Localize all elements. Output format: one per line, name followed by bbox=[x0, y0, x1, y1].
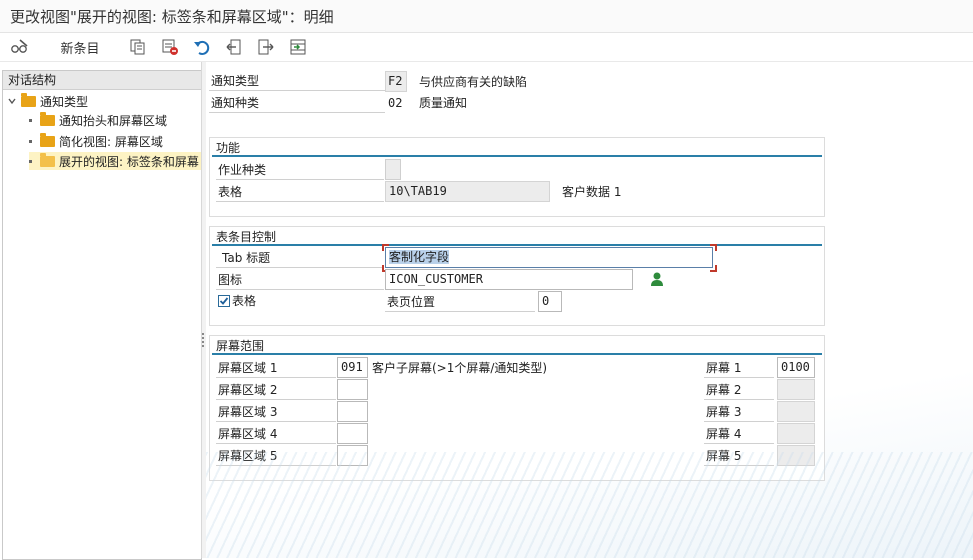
screen-input-4 bbox=[777, 423, 815, 444]
delete-row-icon bbox=[162, 39, 178, 55]
tree-node-label: 简化视图: 屏幕区域 bbox=[59, 134, 163, 149]
icon-label: 图标 bbox=[216, 271, 384, 290]
tab-title-input[interactable]: 客制化字段 bbox=[385, 247, 713, 268]
tree-node-root[interactable]: 通知类型 bbox=[7, 92, 88, 110]
splitter-grip-icon[interactable] bbox=[202, 333, 204, 347]
screen-area-desc-1: 客户子屏幕(>1个屏幕/通知类型) bbox=[372, 361, 548, 375]
screen-area-input-1[interactable]: 091 bbox=[337, 357, 368, 378]
bullet-icon bbox=[29, 118, 32, 122]
screen-input-3 bbox=[777, 401, 815, 422]
undo-icon bbox=[194, 40, 210, 55]
screen-area-input-5[interactable] bbox=[337, 445, 368, 466]
screen-input-1[interactable]: 0100 bbox=[777, 357, 815, 378]
screen-area-input-2[interactable] bbox=[337, 379, 368, 400]
dialog-structure-panel: 对话结构 通知类型 通知抬头和屏幕区域 简化视图: 屏幕区域 展开的视图: 标签… bbox=[2, 70, 202, 560]
tab-pos-input[interactable]: 0 bbox=[538, 291, 562, 312]
group-divider bbox=[212, 244, 822, 246]
table-checkbox[interactable] bbox=[218, 295, 230, 307]
bullet-icon bbox=[29, 139, 32, 143]
next-entry-button[interactable] bbox=[256, 37, 276, 57]
tab-title-value: 客制化字段 bbox=[389, 250, 450, 264]
table-checkbox-label: 表格 bbox=[232, 294, 257, 308]
group-divider bbox=[212, 155, 822, 157]
title-bar: 更改视图"展开的视图: 标签条和屏幕区域"：明细 bbox=[0, 0, 973, 33]
tree-node-item-2[interactable]: 简化视图: 屏幕区域 bbox=[29, 132, 163, 150]
glasses-pencil-icon bbox=[11, 39, 28, 53]
detail-area: 通知类型 F2 与供应商有关的缺陷 通知种类 02 质量通知 功能 作业种类 表… bbox=[206, 62, 973, 558]
icon-input[interactable]: ICON_CUSTOMER bbox=[385, 269, 633, 290]
tree-node-label: 通知抬头和屏幕区域 bbox=[59, 113, 168, 128]
screen-label-3: 屏幕 3 bbox=[704, 403, 774, 422]
tree-node-item-3-selected[interactable]: 展开的视图: 标签条和屏幕 bbox=[29, 152, 201, 170]
person-icon bbox=[651, 272, 663, 286]
notif-cat-desc: 质量通知 bbox=[419, 96, 468, 110]
screen-area-label-2: 屏幕区域 2 bbox=[216, 381, 336, 400]
tree-header: 对话结构 bbox=[3, 71, 201, 90]
screen-input-5 bbox=[777, 445, 815, 466]
delete-button[interactable] bbox=[160, 37, 180, 57]
focus-corner-tl bbox=[382, 244, 389, 251]
tab-control-group-title: 表条目控制 bbox=[216, 230, 277, 244]
previous-entry-button[interactable] bbox=[224, 37, 244, 57]
group-divider bbox=[212, 353, 822, 355]
tree-node-root-label: 通知类型 bbox=[40, 94, 89, 109]
screen-label-4: 屏幕 4 bbox=[704, 425, 774, 444]
screen-area-input-3[interactable] bbox=[337, 401, 368, 422]
tab-control-group: 表条目控制 Tab 标题 客制化字段 图标 ICON_CUSTOMER 表格 表… bbox=[209, 226, 825, 326]
table-label: 表格 bbox=[216, 183, 384, 202]
focus-corner-tr bbox=[710, 244, 717, 251]
screen-label-5: 屏幕 5 bbox=[704, 447, 774, 466]
screen-range-group: 屏幕范围 屏幕区域 1 091 客户子屏幕(>1个屏幕/通知类型) 屏幕 1 0… bbox=[209, 335, 825, 481]
activity-type-label: 作业种类 bbox=[216, 161, 384, 180]
tab-title-label: Tab 标题 bbox=[216, 249, 384, 268]
select-block-button[interactable] bbox=[288, 37, 308, 57]
tab-pos-label: 表页位置 bbox=[385, 293, 535, 312]
screen-area-label-5: 屏幕区域 5 bbox=[216, 447, 336, 466]
block-select-icon bbox=[290, 39, 306, 55]
window-title: 更改视图"展开的视图: 标签条和屏幕区域"：明细 bbox=[10, 8, 334, 26]
copy-icon bbox=[130, 39, 145, 55]
screen-label-2: 屏幕 2 bbox=[704, 381, 774, 400]
checkmark-icon bbox=[219, 297, 229, 305]
folder-icon bbox=[40, 132, 55, 147]
undo-button[interactable] bbox=[192, 37, 212, 57]
function-group: 功能 作业种类 表格 10\TAB19 客户数据 1 bbox=[209, 137, 825, 217]
screen-area-input-4[interactable] bbox=[337, 423, 368, 444]
notif-type-label: 通知类型 bbox=[209, 72, 385, 91]
screen-label-1: 屏幕 1 bbox=[704, 359, 774, 378]
screen-area-label-1: 屏幕区域 1 bbox=[216, 359, 336, 378]
arrow-right-doc-icon bbox=[258, 39, 274, 55]
notif-cat-value: 02 bbox=[388, 96, 403, 110]
new-entries-button[interactable]: 新条目 bbox=[57, 37, 103, 57]
notif-cat-label: 通知种类 bbox=[209, 94, 385, 113]
display-change-button[interactable] bbox=[9, 37, 31, 57]
open-folder-icon bbox=[40, 152, 55, 167]
activity-type-field bbox=[385, 159, 401, 180]
table-desc: 客户数据 1 bbox=[562, 185, 622, 199]
screen-range-group-title: 屏幕范围 bbox=[216, 339, 265, 353]
arrow-left-doc-icon bbox=[226, 39, 241, 55]
screen-input-2 bbox=[777, 379, 815, 400]
tree-node-item-1[interactable]: 通知抬头和屏幕区域 bbox=[29, 111, 167, 129]
folder-icon bbox=[40, 111, 55, 126]
copy-button[interactable] bbox=[128, 37, 148, 57]
tree-node-label: 展开的视图: 标签条和屏幕 bbox=[59, 154, 199, 169]
screen-area-label-3: 屏幕区域 3 bbox=[216, 403, 336, 422]
toolbar: 新条目 bbox=[0, 33, 973, 62]
notif-type-field: F2 bbox=[385, 71, 407, 92]
chevron-down-icon bbox=[8, 98, 16, 105]
folder-icon bbox=[21, 92, 36, 107]
focus-corner-br bbox=[710, 265, 717, 272]
bullet-icon bbox=[29, 159, 32, 163]
screen-area-label-4: 屏幕区域 4 bbox=[216, 425, 336, 444]
notif-type-desc: 与供应商有关的缺陷 bbox=[419, 75, 528, 89]
function-group-title: 功能 bbox=[216, 141, 241, 155]
table-field: 10\TAB19 bbox=[385, 181, 550, 202]
